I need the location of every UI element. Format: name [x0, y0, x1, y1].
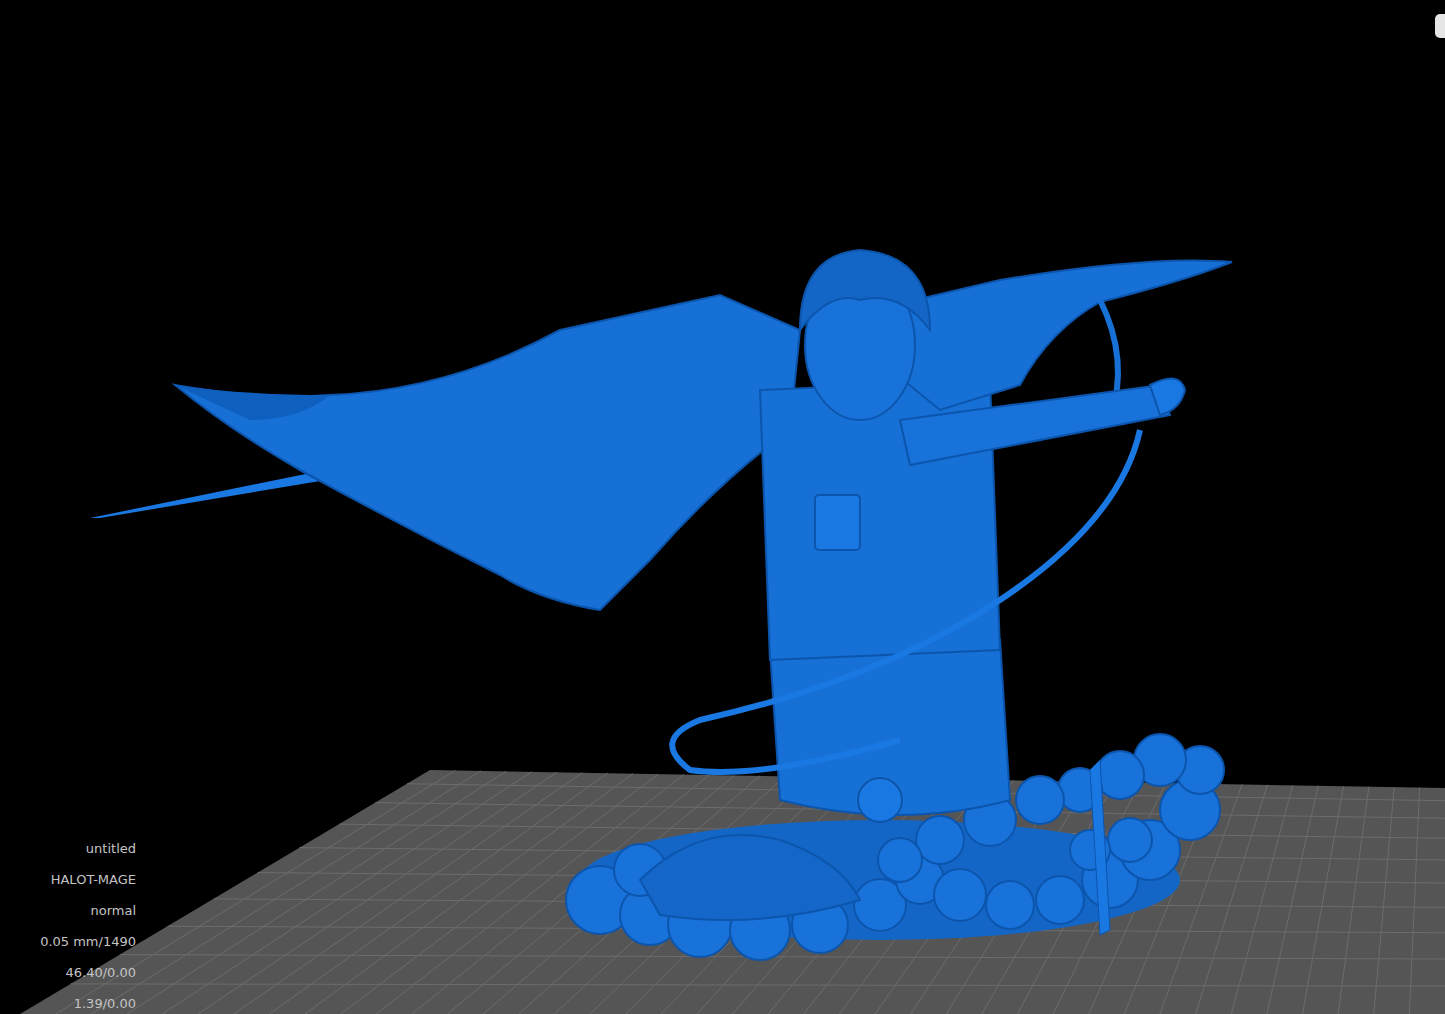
toolbar-button[interactable] [1435, 14, 1445, 38]
info-line: 0.05 mm/1490 [40, 932, 136, 951]
info-line: 1.39/0.00 [74, 994, 136, 1013]
scene[interactable] [0, 0, 1445, 1014]
info-line: untitled [86, 839, 136, 858]
model-figure[interactable] [90, 250, 1232, 960]
info-line: normal [90, 901, 136, 920]
info-line: HALOT-MAGE [51, 870, 136, 889]
info-line: 46.40/0.00 [65, 963, 136, 982]
build-plate [20, 770, 1445, 1014]
print-info: untitled HALOT-MAGE normal 0.05 mm/1490 46.4… [0, 839, 136, 1013]
viewport[interactable]: untitled HALOT-MAGE normal 0.05 mm/1490 46.4… [0, 0, 1445, 1014]
